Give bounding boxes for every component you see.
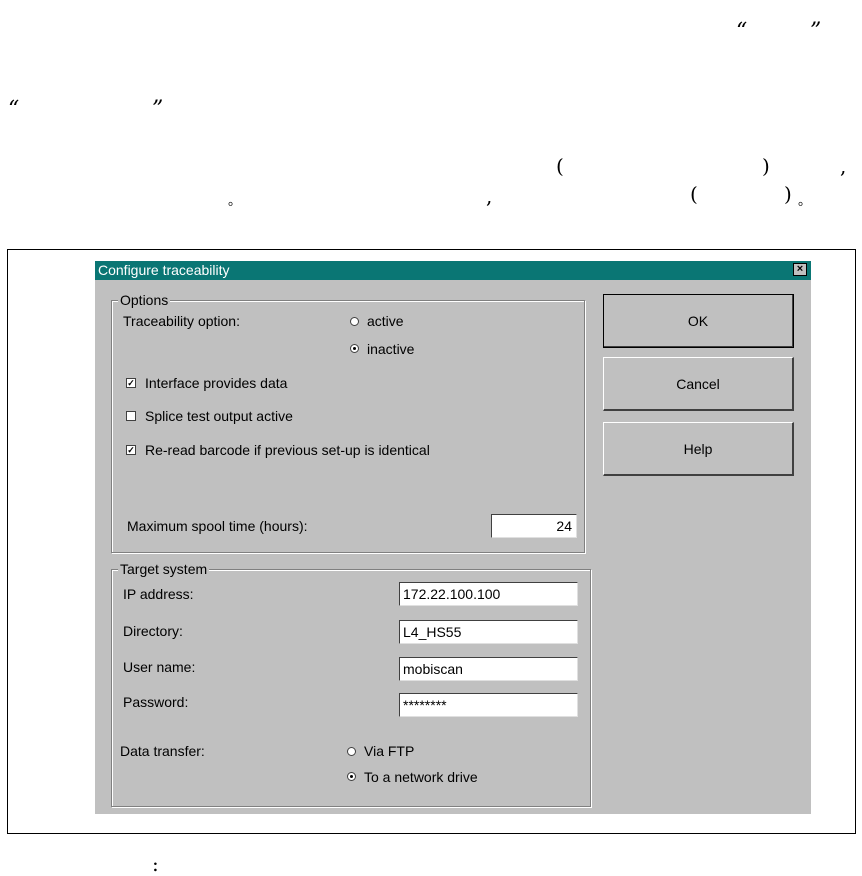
radio-network-drive[interactable] — [347, 772, 356, 781]
paren-open-glyph: ( — [690, 182, 698, 206]
paren-close-glyph: ) — [762, 154, 770, 178]
radio-active[interactable] — [350, 317, 359, 326]
quote-close-glyph: ” — [810, 19, 822, 44]
dialog-title: Configure traceability — [98, 262, 230, 278]
directory-label: Directory: — [123, 623, 183, 639]
radio-active-label[interactable]: active — [367, 312, 404, 330]
reread-barcode-label[interactable]: Re-read barcode if previous set-up is id… — [145, 441, 430, 459]
radio-network-drive-label[interactable]: To a network drive — [364, 768, 478, 786]
ip-address-input[interactable]: 172.22.100.100 — [399, 582, 578, 606]
reread-barcode-checkbox[interactable]: ✓ — [126, 445, 136, 455]
user-name-input[interactable]: mobiscan — [399, 657, 578, 681]
quote-open-glyph: “ — [8, 97, 20, 122]
data-transfer-label: Data transfer: — [120, 743, 205, 759]
interface-provides-data-label[interactable]: Interface provides data — [145, 374, 287, 392]
traceability-option-label: Traceability option: — [123, 313, 240, 329]
comma-glyph: , — [840, 154, 847, 178]
radio-via-ftp[interactable] — [347, 747, 356, 756]
dialog-titlebar[interactable]: Configure traceability — [95, 261, 811, 280]
password-input[interactable]: ******** — [399, 693, 578, 717]
splice-test-output-label[interactable]: Splice test output active — [145, 407, 293, 425]
help-button[interactable]: Help — [603, 422, 794, 476]
ip-address-label: IP address: — [123, 586, 194, 602]
ok-button[interactable]: OK — [603, 294, 794, 348]
options-group-label: Options — [118, 291, 171, 309]
paren-close-glyph: ) — [784, 182, 792, 206]
quote-close-glyph: ” — [152, 97, 164, 122]
period-glyph: 。 — [798, 194, 812, 209]
radio-inactive-label[interactable]: inactive — [367, 340, 414, 358]
max-spool-time-label: Maximum spool time (hours): — [127, 518, 308, 534]
radio-inactive[interactable] — [350, 344, 359, 353]
directory-input[interactable]: L4_HS55 — [399, 620, 578, 644]
splice-test-output-checkbox[interactable] — [126, 411, 136, 421]
period-glyph: 。 — [228, 194, 242, 209]
quote-open-glyph: “ — [736, 19, 748, 44]
close-icon[interactable]: × — [793, 263, 807, 276]
configure-traceability-dialog: Configure traceability × Options Traceab… — [95, 261, 811, 814]
radio-via-ftp-label[interactable]: Via FTP — [364, 742, 414, 760]
colon-glyph: : — [152, 852, 159, 876]
comma-glyph: , — [486, 184, 493, 208]
cancel-button[interactable]: Cancel — [603, 357, 794, 411]
interface-provides-data-checkbox[interactable]: ✓ — [126, 378, 136, 388]
user-name-label: User name: — [123, 659, 196, 675]
paren-open-glyph: ( — [556, 154, 564, 178]
password-label: Password: — [123, 694, 189, 710]
target-system-group-label: Target system — [118, 560, 210, 578]
max-spool-time-input[interactable]: 24 — [491, 514, 577, 538]
